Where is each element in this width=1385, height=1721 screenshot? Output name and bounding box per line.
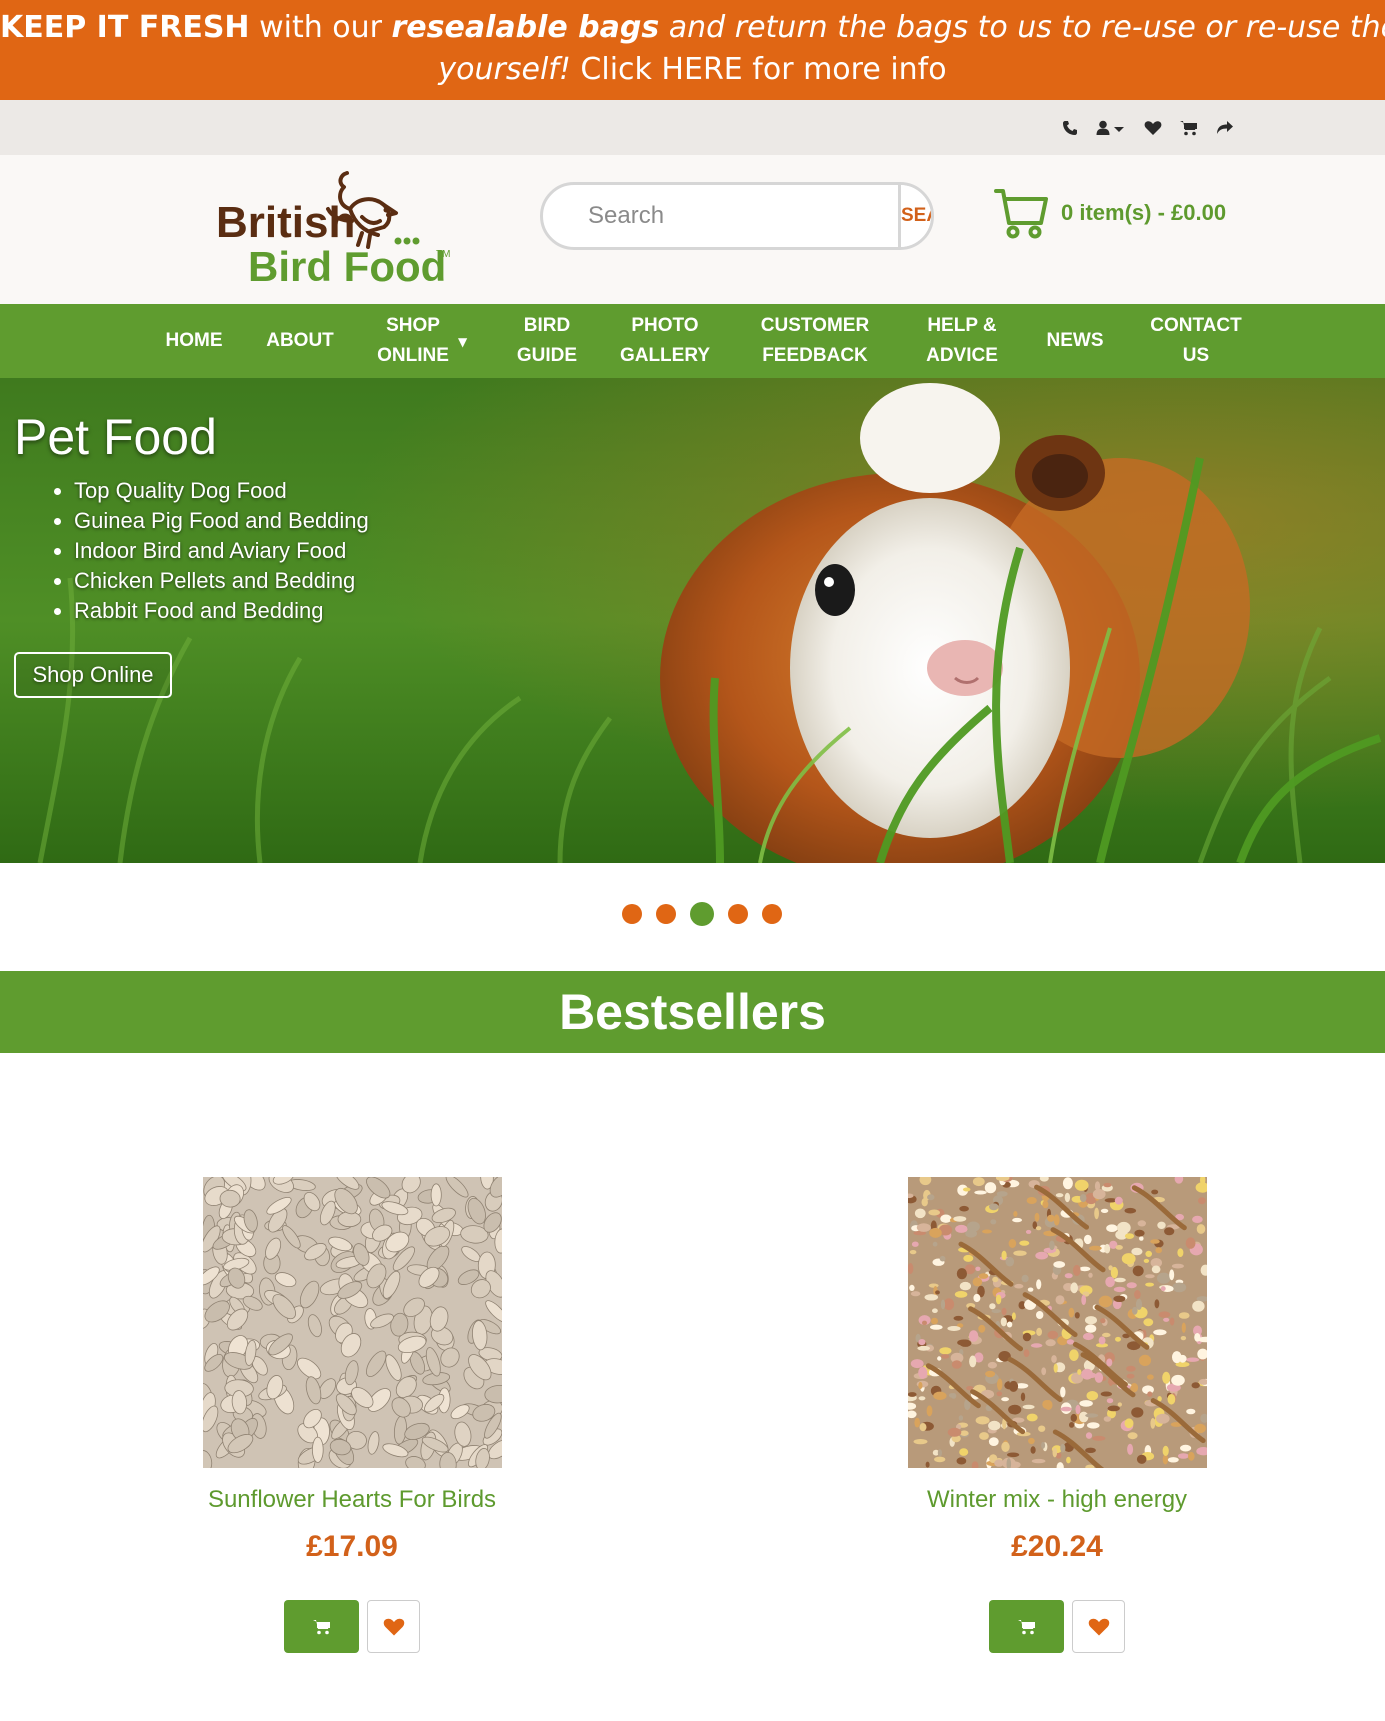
nav-contact-us-label: CONTACT US	[1150, 311, 1241, 371]
nav-contact-us[interactable]: CONTACT US	[1140, 304, 1252, 378]
nav-news-label: NEWS	[1046, 330, 1104, 351]
nav-customer-feedback-label: CUSTOMER FEEDBACK	[761, 311, 869, 371]
product-card: Winter mix - high energy £20.24	[887, 1177, 1227, 1653]
carousel-dot-1[interactable]	[622, 904, 642, 924]
promo-line-1: KEEP IT FRESH with our resealable bags a…	[0, 7, 1385, 49]
hero-feature-item: Guinea Pig Food and Bedding	[74, 506, 369, 536]
promo-resealable: resealable bags	[391, 10, 660, 45]
shopping-cart-icon	[994, 189, 1048, 239]
nav-home-label: HOME	[165, 330, 223, 351]
nav-news[interactable]: NEWS	[1036, 304, 1114, 378]
search-bar: SEARCH	[540, 182, 934, 250]
promo-with: with our	[249, 10, 392, 45]
add-to-wishlist-button[interactable]	[1072, 1600, 1125, 1653]
bestsellers-heading: Bestsellers	[0, 971, 1385, 1053]
nav-contact-l1: CONTACT	[1150, 315, 1242, 336]
logo-tm: TM	[436, 249, 450, 260]
utility-bar	[0, 100, 1385, 155]
search-input[interactable]	[543, 185, 898, 247]
product-name[interactable]: Winter mix - high energy	[887, 1486, 1227, 1514]
search-button[interactable]: SEARCH	[898, 185, 931, 247]
hero-feature-item: Top Quality Dog Food	[74, 476, 369, 506]
header-cart[interactable]: 0 item(s) - £0.00	[993, 185, 1226, 241]
nav-photo-l2: GALLERY	[619, 345, 711, 366]
nav-bird-l1: BIRD	[523, 315, 571, 336]
hero-feature-list: Top Quality Dog Food Guinea Pig Food and…	[74, 476, 369, 626]
nav-about[interactable]: ABOUT	[258, 304, 342, 378]
logo-text-british: British	[216, 198, 355, 247]
heart-icon[interactable]	[1144, 118, 1162, 138]
cart-icon[interactable]	[1180, 118, 1198, 138]
nav-bird-guide[interactable]: BIRD GUIDE	[500, 304, 594, 378]
nav-bird-l2: GUIDE	[516, 345, 578, 366]
product-actions	[182, 1600, 522, 1653]
promo-banner[interactable]: KEEP IT FRESH with our resealable bags a…	[0, 0, 1385, 100]
heart-icon	[383, 1618, 404, 1636]
add-to-cart-button[interactable]	[284, 1600, 359, 1653]
hero-feature-item: Rabbit Food and Bedding	[74, 596, 369, 626]
site-header: British Bird Food TM SEARCH 0 item(s) - …	[0, 155, 1385, 304]
hero-shop-online-button[interactable]: Shop Online	[14, 652, 172, 698]
hero-title: Pet Food	[14, 409, 217, 465]
shop-dropdown-caret-icon[interactable]: ▼	[458, 335, 467, 349]
promo-yourself: yourself!	[438, 52, 571, 87]
cart-summary: 0 item(s) - £0.00	[1061, 200, 1227, 225]
hero-slide: Pet Food Top Quality Dog Food Guinea Pig…	[0, 378, 1385, 863]
logo-text-bird-food: Bird Food	[248, 243, 446, 289]
nav-customer-feedback[interactable]: CUSTOMER FEEDBACK	[750, 304, 880, 378]
nav-help-advice[interactable]: HELP & ADVICE	[914, 304, 1010, 378]
heart-icon	[1088, 1618, 1109, 1636]
product-actions	[887, 1600, 1227, 1653]
nav-shop-l2: ONLINE	[377, 345, 449, 366]
nav-bird-guide-label: BIRD GUIDE	[517, 311, 577, 371]
hero-feature-item: Chicken Pellets and Bedding	[74, 566, 369, 596]
product-price: £20.24	[1011, 1530, 1103, 1563]
main-nav: HOME ABOUT SHOP ONLINE BIRD GUIDE PHOTO GAL…	[0, 304, 1385, 378]
site-logo[interactable]: British Bird Food TM	[212, 169, 457, 289]
nav-photo-l1: PHOTO	[631, 315, 699, 336]
share-icon[interactable]	[1216, 118, 1234, 138]
nav-about-label: ABOUT	[266, 330, 334, 351]
promo-more-info-link[interactable]: Click HERE for more info	[571, 52, 946, 87]
hero-feature-item: Indoor Bird and Aviary Food	[74, 536, 369, 566]
product-image-winter-mix[interactable]	[907, 1177, 1207, 1468]
nav-customer-l2: FEEDBACK	[762, 345, 868, 366]
promo-rest1: and return the bags to us to re-use or r…	[659, 10, 1385, 45]
product-card: Sunflower Hearts For Birds £17.09	[182, 1177, 522, 1653]
nav-photo-gallery[interactable]: PHOTO GALLERY	[612, 304, 718, 378]
nav-help-l1: HELP &	[927, 315, 997, 336]
nav-customer-l1: CUSTOMER	[760, 315, 870, 336]
nav-home[interactable]: HOME	[152, 304, 236, 378]
utility-icons	[1062, 118, 1234, 138]
promo-keep: KEEP IT FRESH	[0, 10, 250, 45]
add-to-wishlist-button[interactable]	[367, 1600, 420, 1653]
nav-help-l2: ADVICE	[926, 345, 998, 366]
nav-help-advice-label: HELP & ADVICE	[926, 311, 998, 371]
product-price: £17.09	[306, 1530, 398, 1563]
promo-line-2: yourself! Click HERE for more info	[0, 49, 1385, 91]
cart-icon	[1017, 1619, 1035, 1634]
carousel-dot-2[interactable]	[656, 904, 676, 924]
user-icon[interactable]	[1096, 118, 1126, 138]
nav-shop-online-label: SHOP ONLINE	[377, 311, 449, 371]
cart-icon	[312, 1619, 330, 1634]
nav-shop-l1: SHOP	[386, 315, 440, 336]
carousel-dot-3-active[interactable]	[690, 902, 714, 926]
product-image-sunflower-hearts[interactable]	[202, 1177, 502, 1468]
nav-contact-l2: US	[1182, 345, 1210, 366]
nav-photo-gallery-label: PHOTO GALLERY	[620, 311, 710, 371]
carousel-dot-5[interactable]	[762, 904, 782, 924]
phone-icon[interactable]	[1062, 118, 1078, 138]
product-name[interactable]: Sunflower Hearts For Birds	[182, 1486, 522, 1514]
carousel-dot-4[interactable]	[728, 904, 748, 924]
carousel-dots	[622, 902, 782, 926]
add-to-cart-button[interactable]	[989, 1600, 1064, 1653]
nav-shop-online[interactable]: SHOP ONLINE	[368, 304, 458, 378]
